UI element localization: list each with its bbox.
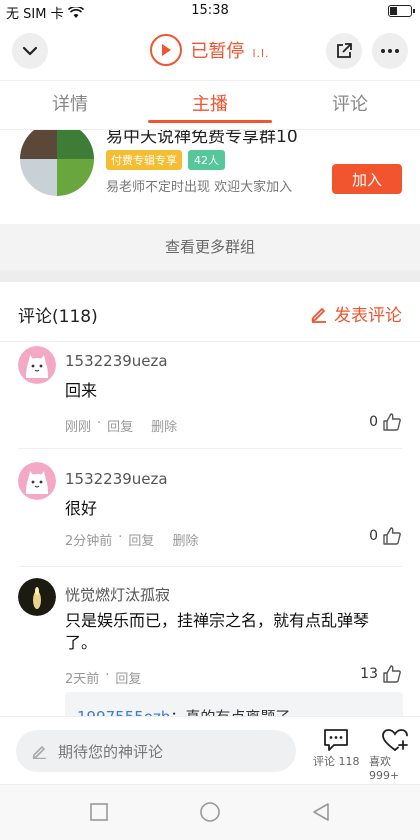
comment-time: 2分钟前 bbox=[65, 534, 113, 549]
battery-icon bbox=[388, 5, 415, 17]
system-nav-bar bbox=[0, 784, 420, 840]
comment-text: 只是娱乐而已，挂禅宗之名，就有点乱弹琴了。 bbox=[65, 611, 370, 652]
post-comment-label: 发表评论 bbox=[334, 306, 402, 326]
comment-username[interactable]: 恍觉燃灯汰孤寂 bbox=[65, 584, 170, 605]
more-groups-link[interactable]: 查看更多群组 bbox=[0, 224, 420, 270]
like-count: 0 bbox=[369, 414, 378, 430]
group-avatar bbox=[20, 130, 94, 196]
join-group-button[interactable]: 加入 bbox=[332, 164, 402, 194]
like-button[interactable]: 0 bbox=[369, 412, 402, 432]
status-bar: 无 SIM 卡 15:38 bbox=[0, 0, 420, 22]
reply-link[interactable]: 回复 bbox=[128, 530, 154, 549]
tab-bar: 详情 主播 评论 bbox=[0, 80, 420, 130]
comment-time: 2天前 bbox=[65, 672, 100, 687]
comment-text: 很好 bbox=[65, 499, 98, 518]
comment-item: 1532239ueza 很好 2分钟前 · 回复 删除 0 bbox=[0, 458, 420, 567]
comment-input[interactable]: 期待您的神评论 bbox=[16, 730, 296, 772]
tab-host[interactable]: 主播 bbox=[140, 81, 280, 129]
equalizer-icon: l.l. bbox=[252, 46, 270, 60]
group-title: 易中天说禅免费专享群10 bbox=[106, 130, 298, 147]
recent-apps-icon[interactable] bbox=[88, 801, 110, 823]
home-icon[interactable] bbox=[199, 801, 221, 823]
delete-link[interactable]: 删除 bbox=[151, 416, 177, 435]
more-button[interactable] bbox=[372, 33, 408, 69]
avatar[interactable] bbox=[18, 462, 56, 500]
playback-status-label: 已暂停 bbox=[190, 41, 245, 62]
comments-title: 评论(118) bbox=[18, 307, 98, 327]
share-button[interactable] bbox=[326, 33, 362, 69]
share-icon bbox=[337, 43, 352, 58]
comment-username[interactable]: 1532239ueza bbox=[65, 470, 168, 488]
clock: 15:38 bbox=[191, 3, 229, 18]
comment-time: 刚刚 bbox=[65, 420, 92, 435]
tab-details[interactable]: 详情 bbox=[0, 81, 140, 129]
reply-link[interactable]: 回复 bbox=[107, 416, 133, 435]
likes-count-label: 喜欢999+ bbox=[369, 755, 400, 782]
pencil-icon bbox=[32, 746, 46, 759]
group-description: 易老师不定时出现 欢迎大家加入 bbox=[106, 180, 293, 195]
comment-input-placeholder: 期待您的神评论 bbox=[58, 742, 164, 761]
comment-username[interactable]: 1532239ueza bbox=[65, 352, 168, 370]
group-card[interactable]: 易中天说禅免费专享群10 付费专辑专享 42人 易老师不定时出现 欢迎大家加入 … bbox=[0, 130, 420, 224]
comment-icon bbox=[324, 729, 349, 751]
like-button[interactable]: 13 bbox=[360, 664, 402, 684]
thumbs-up-icon bbox=[383, 665, 401, 683]
comment-item: 1532239ueza 回来 刚刚 · 回复 删除 0 bbox=[0, 344, 420, 449]
thumbs-up-icon bbox=[383, 527, 401, 545]
comment-bar: 期待您的神评论 评论 118 喜欢999+ bbox=[0, 716, 420, 784]
comments-count-label: 评论 118 bbox=[313, 755, 360, 768]
like-count: 0 bbox=[369, 528, 378, 544]
avatar[interactable] bbox=[18, 346, 56, 384]
delete-link[interactable]: 删除 bbox=[172, 530, 198, 549]
paid-badge: 付费专辑专享 bbox=[106, 150, 182, 170]
more-dots-icon bbox=[381, 49, 399, 53]
like-album-button[interactable]: 喜欢999+ bbox=[369, 727, 420, 782]
player-header: 已暂停 l.l. bbox=[0, 22, 420, 80]
member-count-badge: 42人 bbox=[188, 150, 225, 170]
heart-plus-icon bbox=[381, 729, 408, 751]
back-icon[interactable] bbox=[310, 801, 332, 823]
pencil-icon bbox=[311, 307, 326, 323]
tab-comments[interactable]: 评论 bbox=[280, 81, 420, 129]
avatar[interactable] bbox=[18, 578, 56, 616]
post-comment-button[interactable]: 发表评论 bbox=[310, 301, 402, 326]
like-button[interactable]: 0 bbox=[369, 526, 402, 546]
thumbs-up-icon bbox=[383, 413, 401, 431]
reply-link[interactable]: 回复 bbox=[115, 668, 141, 687]
section-divider bbox=[0, 270, 420, 282]
play-icon[interactable] bbox=[150, 34, 183, 66]
comments-header: 评论(118) 发表评论 bbox=[0, 282, 420, 342]
like-count: 13 bbox=[360, 666, 378, 682]
comment-text: 回来 bbox=[65, 381, 98, 400]
comments-button[interactable]: 评论 118 bbox=[313, 727, 360, 769]
